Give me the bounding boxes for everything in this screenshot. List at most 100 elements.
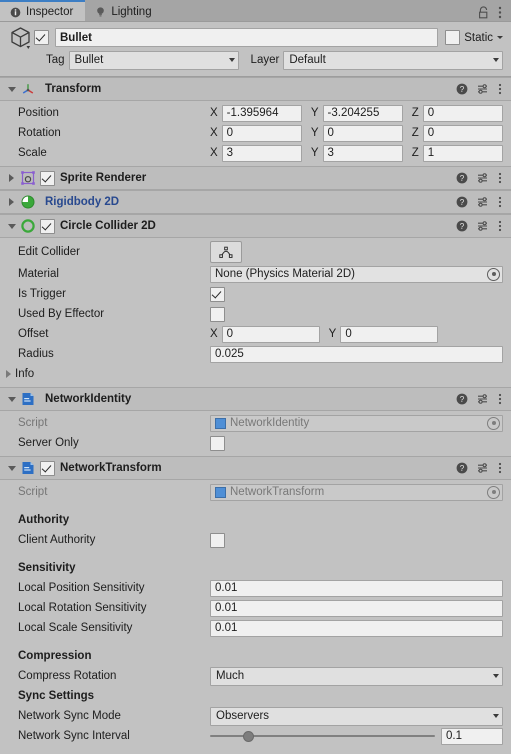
position-y-value: -3.204255 (327, 107, 380, 119)
network-sync-interval-slider[interactable] (210, 728, 435, 745)
position-z-field[interactable]: 0 (422, 104, 503, 122)
static-dropdown-caret-icon[interactable] (497, 36, 503, 39)
help-icon[interactable]: ? (456, 172, 468, 184)
foldout-info[interactable]: Info (0, 364, 503, 384)
component-header-rigidbody2d[interactable]: Rigidbody 2D ? (0, 190, 511, 214)
kebab-menu-icon[interactable] (498, 393, 502, 405)
position-x-field[interactable]: -1.395964 (221, 104, 302, 122)
foldout-sprite-renderer[interactable] (5, 174, 18, 182)
component-header-sprite-renderer[interactable]: Sprite Renderer ? (0, 166, 511, 190)
network-transform-enabled-checkbox[interactable] (40, 460, 55, 476)
local-scale-sensitivity-field[interactable]: 0.01 (210, 619, 503, 637)
radius-field[interactable]: 0.025 (210, 345, 503, 363)
object-picker-icon (487, 485, 500, 499)
circle-collider2d-enabled-checkbox[interactable] (40, 218, 55, 234)
layer-dropdown[interactable]: Default (283, 50, 503, 70)
help-icon[interactable]: ? (456, 196, 468, 208)
chevron-right-icon (6, 370, 11, 378)
gameobject-name-value: Bullet (60, 31, 92, 44)
foldout-circle-collider2d[interactable] (5, 223, 18, 229)
help-icon[interactable]: ? (456, 393, 468, 405)
rotation-x-value: 0 (226, 127, 234, 139)
svg-text:?: ? (460, 198, 465, 207)
component-header-network-transform[interactable]: NetworkTransform ? (0, 456, 511, 480)
network-sync-mode-value: Observers (216, 710, 270, 722)
row-label: Position (18, 107, 59, 119)
kebab-menu-icon[interactable] (498, 220, 502, 232)
preset-settings-icon[interactable] (477, 196, 489, 208)
tab-inspector[interactable]: Inspector (0, 0, 86, 22)
kebab-menu-icon[interactable] (498, 83, 502, 95)
offset-y-field[interactable]: 0 (340, 325, 439, 343)
foldout-rigidbody2d[interactable] (5, 198, 18, 206)
kebab-menu-icon[interactable] (498, 462, 502, 474)
material-object-field[interactable]: None (Physics Material 2D) (210, 265, 503, 283)
local-position-sensitivity-field[interactable]: 0.01 (210, 579, 503, 597)
rotation-z-field[interactable]: 0 (422, 124, 503, 142)
local-rotation-sensitivity-field[interactable]: 0.01 (210, 599, 503, 617)
offset-x-field[interactable]: 0 (221, 325, 320, 343)
kebab-menu-icon[interactable] (498, 172, 502, 184)
lock-icon[interactable] (478, 5, 489, 19)
foldout-network-identity[interactable] (5, 396, 18, 402)
component-header-transform[interactable]: Transform ? (0, 77, 511, 101)
row-local-position-sensitivity: Local Position Sensitivity 0.01 (0, 578, 503, 598)
preset-settings-icon[interactable] (477, 220, 489, 232)
component-actions: ? (456, 220, 511, 232)
local-position-sensitivity-value: 0.01 (215, 582, 238, 594)
chevron-right-icon (9, 174, 14, 182)
preset-settings-icon[interactable] (477, 462, 489, 474)
component-title-sprite-renderer: Sprite Renderer (60, 172, 147, 184)
scale-y-field[interactable]: 3 (322, 144, 403, 162)
chevron-right-icon (9, 198, 14, 206)
position-y-field[interactable]: -3.204255 (322, 104, 403, 122)
component-actions: ? (456, 196, 511, 208)
kebab-menu-icon[interactable] (498, 6, 502, 19)
cube-icon[interactable] (8, 25, 34, 51)
scale-z-field[interactable]: 1 (422, 144, 503, 162)
row-label: Scale (18, 147, 47, 159)
component-header-network-identity[interactable]: NetworkIdentity ? (0, 387, 511, 411)
scale-x-field[interactable]: 3 (221, 144, 302, 162)
used-by-effector-checkbox[interactable] (210, 306, 225, 322)
network-sync-mode-dropdown[interactable]: Observers (210, 706, 503, 726)
compress-rotation-dropdown[interactable]: Much (210, 666, 503, 686)
axis-label-x: X (210, 127, 218, 139)
preset-settings-icon[interactable] (477, 393, 489, 405)
preset-settings-icon[interactable] (477, 83, 489, 95)
row-local-rotation-sensitivity: Local Rotation Sensitivity 0.01 (0, 598, 503, 618)
row-label: Compress Rotation (18, 670, 117, 682)
network-sync-interval-value: 0.1 (446, 730, 462, 742)
is-trigger-checkbox[interactable] (210, 286, 225, 302)
help-icon[interactable]: ? (456, 83, 468, 95)
gameobject-enabled-checkbox[interactable] (34, 30, 49, 45)
rotation-x-field[interactable]: 0 (221, 124, 302, 142)
tag-dropdown[interactable]: Bullet (68, 50, 239, 70)
rotation-y-field[interactable]: 0 (322, 124, 403, 142)
server-only-checkbox[interactable] (210, 435, 225, 451)
foldout-transform[interactable] (5, 86, 18, 92)
component-header-circle-collider2d[interactable]: Circle Collider 2D ? (0, 214, 511, 238)
group-header-sensitivity: Sensitivity (18, 562, 76, 574)
chevron-down-icon (7, 465, 16, 471)
row-label: Local Rotation Sensitivity (18, 602, 147, 614)
edit-collider-button[interactable] (210, 241, 242, 263)
slider-knob[interactable] (243, 730, 255, 742)
row-label: Is Trigger (18, 288, 66, 300)
foldout-network-transform[interactable] (5, 465, 18, 471)
preset-settings-icon[interactable] (477, 172, 489, 184)
object-picker-icon[interactable] (487, 267, 500, 281)
static-checkbox[interactable] (445, 30, 461, 45)
help-icon[interactable]: ? (456, 462, 468, 474)
component-body-transform: Position X -1.395964 Y -3.204255 Z 0 Rot… (0, 101, 511, 166)
tab-lighting[interactable]: Lighting (85, 0, 164, 22)
cs-script-icon (20, 460, 36, 476)
sprite-renderer-enabled-checkbox[interactable] (40, 170, 55, 186)
gameobject-name-field[interactable]: Bullet (55, 28, 439, 47)
network-sync-interval-field[interactable]: 0.1 (441, 727, 503, 745)
help-icon[interactable]: ? (456, 220, 468, 232)
client-authority-checkbox[interactable] (210, 532, 225, 548)
row-label: Local Position Sensitivity (18, 582, 145, 594)
group-header-compression: Compression (18, 650, 92, 662)
kebab-menu-icon[interactable] (498, 196, 502, 208)
